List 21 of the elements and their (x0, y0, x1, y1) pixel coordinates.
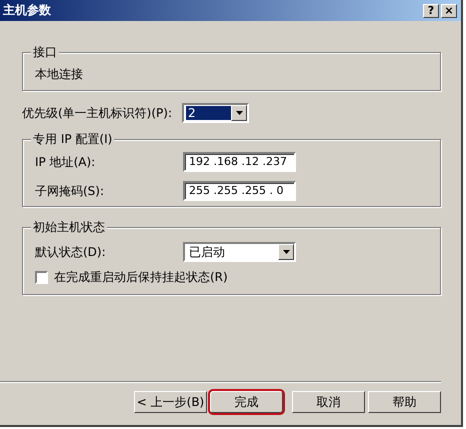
priority-dropdown[interactable]: 2 (182, 103, 249, 123)
default-state-dropdown[interactable]: 已启动 (183, 242, 296, 262)
ip-address-field[interactable]: 192 .168 .12 .237 (183, 152, 296, 172)
dialog-button[interactable]: 帮助 (368, 391, 441, 413)
group-title: 初始主机状态 (31, 220, 107, 234)
group-title: 专用 IP 配置(I) (31, 132, 114, 146)
default-state-label: 默认状态(D): (35, 244, 107, 260)
field-label: 子网掩码(S): (35, 184, 106, 198)
group-title: 接口 (31, 45, 59, 60)
interface-name: 本地连接 (35, 67, 83, 81)
dialog-button[interactable]: 取消 (292, 391, 365, 413)
checkbox[interactable] (35, 270, 48, 284)
field-label: IP 地址(A): (35, 154, 96, 170)
title-bar-button[interactable]: × (441, 4, 457, 18)
title-bar-button[interactable]: ? (423, 4, 439, 18)
ip-address-field[interactable]: 255 .255 .255 . 0 (183, 181, 296, 201)
window-title: 主机参数 (3, 3, 51, 18)
priority-label: 优先级(单一主机标识符)(P): (22, 106, 174, 120)
checkbox-label: 在完成重启动后保持挂起状态(R) (54, 270, 228, 284)
dialog-button[interactable]: < 上一步(B) (134, 391, 207, 413)
dialog-button[interactable]: 完成 (210, 391, 283, 413)
